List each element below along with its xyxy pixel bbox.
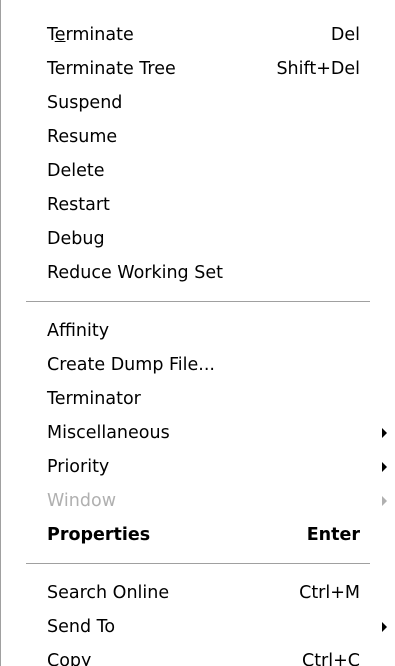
menu-item-label: Window — [47, 491, 117, 511]
menu-item-copy[interactable]: Copy Ctrl+C — [1, 644, 395, 666]
menu-item-shortcut: Del — [330, 25, 360, 45]
menu-item-shortcut: Ctrl+C — [301, 651, 360, 666]
menu-item-label: Miscellaneous — [47, 423, 170, 443]
menu-item-label: Affinity — [47, 321, 110, 341]
menu-item-label: Send To — [47, 617, 116, 637]
menu-item-properties[interactable]: Properties Enter — [1, 518, 395, 552]
menu-item-window: Window — [1, 484, 395, 518]
menu-item-shortcut: Ctrl+M — [299, 583, 360, 603]
menu-item-debug[interactable]: Debug — [1, 222, 395, 256]
menu-item-label: Reduce Working Set — [47, 263, 223, 283]
menu-item-send-to[interactable]: Send To — [1, 610, 395, 644]
menu-item-suspend[interactable]: Suspend — [1, 86, 395, 120]
menu-item-terminate-tree[interactable]: Terminate Tree Shift+Del — [1, 52, 395, 86]
menu-item-miscellaneous[interactable]: Miscellaneous — [1, 416, 395, 450]
menu-item-label: Terminator — [47, 389, 141, 409]
menu-item-priority[interactable]: Priority — [1, 450, 395, 484]
submenu-arrow-icon — [382, 622, 387, 632]
menu-item-shortcut: Shift+Del — [276, 59, 360, 79]
menu-separator — [26, 301, 370, 302]
submenu-arrow-icon — [382, 428, 387, 438]
menu-item-terminate[interactable]: Terminate Del — [1, 18, 395, 52]
menu-item-create-dump-file[interactable]: Create Dump File... — [1, 348, 395, 382]
menu-item-label: Terminate Tree — [47, 59, 176, 79]
menu-item-label: Search Online — [47, 583, 170, 603]
menu-item-label: Restart — [47, 195, 110, 215]
menu-item-reduce-working-set[interactable]: Reduce Working Set — [1, 256, 395, 290]
menu-item-label: Delete — [47, 161, 105, 181]
menu-item-label: Properties — [47, 525, 151, 545]
menu-item-shortcut: Enter — [306, 525, 360, 545]
menu-item-label: Copy — [47, 651, 92, 666]
process-context-menu: Terminate Del Terminate Tree Shift+Del S… — [0, 0, 395, 666]
menu-item-restart[interactable]: Restart — [1, 188, 395, 222]
menu-item-label: Create Dump File... — [47, 355, 215, 375]
menu-separator — [26, 563, 370, 564]
menu-item-label: Resume — [47, 127, 118, 147]
menu-item-affinity[interactable]: Affinity — [1, 314, 395, 348]
menu-item-search-online[interactable]: Search Online Ctrl+M — [1, 576, 395, 610]
menu-item-label: Debug — [47, 229, 105, 249]
menu-item-label: Terminate — [47, 25, 134, 45]
menu-item-delete[interactable]: Delete — [1, 154, 395, 188]
menu-item-resume[interactable]: Resume — [1, 120, 395, 154]
menu-item-label: Suspend — [47, 93, 123, 113]
menu-item-terminator[interactable]: Terminator — [1, 382, 395, 416]
submenu-arrow-icon — [382, 496, 387, 506]
menu-item-label: Priority — [47, 457, 110, 477]
submenu-arrow-icon — [382, 462, 387, 472]
